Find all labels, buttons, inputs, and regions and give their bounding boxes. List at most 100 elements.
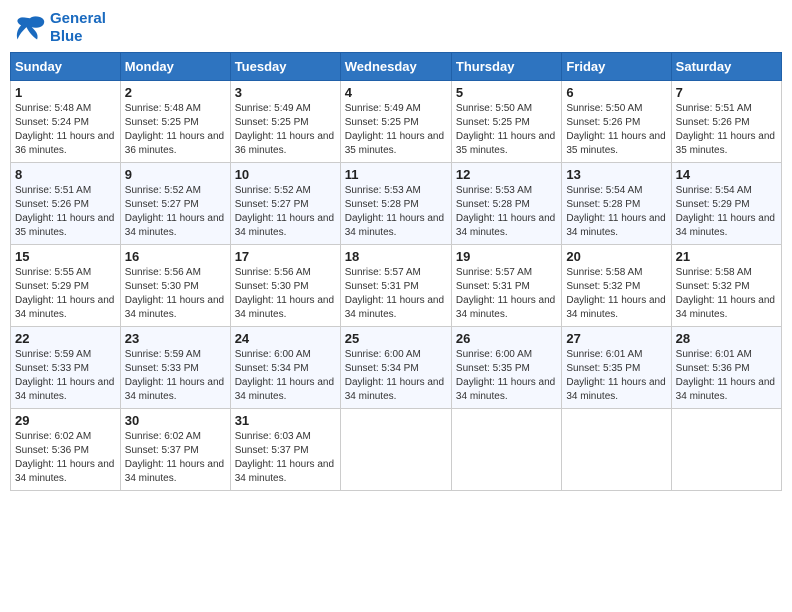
calendar-cell: 1 Sunrise: 5:48 AM Sunset: 5:24 PM Daylig… <box>11 81 121 163</box>
calendar-cell <box>671 409 781 491</box>
calendar-cell: 31 Sunrise: 6:03 AM Sunset: 5:37 PM Dayli… <box>230 409 340 491</box>
calendar-cell: 25 Sunrise: 6:00 AM Sunset: 5:34 PM Dayli… <box>340 327 451 409</box>
day-number: 3 <box>235 85 336 100</box>
day-number: 18 <box>345 249 447 264</box>
calendar-cell: 16 Sunrise: 5:56 AM Sunset: 5:30 PM Dayli… <box>120 245 230 327</box>
calendar-cell: 14 Sunrise: 5:54 AM Sunset: 5:29 PM Dayli… <box>671 163 781 245</box>
calendar-cell: 27Sunrise: 6:01 AM Sunset: 5:35 PM Dayli… <box>562 327 671 409</box>
day-number: 8 <box>15 167 116 182</box>
calendar-cell: 20 Sunrise: 5:58 AM Sunset: 5:32 PM Dayli… <box>562 245 671 327</box>
day-info: Sunrise: 6:02 AM Sunset: 5:37 PM Dayligh… <box>125 430 226 486</box>
day-info: Sunrise: 5:53 AM Sunset: 5:28 PM Dayligh… <box>456 184 557 240</box>
day-info: Sunrise: 5:56 AM Sunset: 5:30 PM Dayligh… <box>235 266 336 322</box>
day-info: Sunrise: 6:00 AM Sunset: 5:34 PM Dayligh… <box>345 348 447 404</box>
day-number: 29 <box>15 413 116 428</box>
day-number: 10 <box>235 167 336 182</box>
calendar-week-row: 1 Sunrise: 5:48 AM Sunset: 5:24 PM Daylig… <box>11 81 782 163</box>
day-info: Sunrise: 5:50 AM Sunset: 5:25 PM Dayligh… <box>456 102 557 158</box>
day-number: 22 <box>15 331 116 346</box>
calendar-table: SundayMondayTuesdayWednesdayThursdayFrid… <box>10 52 782 491</box>
calendar-week-row: 8 Sunrise: 5:51 AM Sunset: 5:26 PM Daylig… <box>11 163 782 245</box>
day-info: Sunrise: 5:59 AM Sunset: 5:33 PM Dayligh… <box>125 348 226 404</box>
calendar-week-row: 22 Sunrise: 5:59 AM Sunset: 5:33 PM Dayli… <box>11 327 782 409</box>
day-info: Sunrise: 5:58 AM Sunset: 5:32 PM Dayligh… <box>676 266 777 322</box>
day-number: 13 <box>566 167 666 182</box>
day-info: Sunrise: 6:00 AM Sunset: 5:34 PM Dayligh… <box>235 348 336 404</box>
day-number: 23 <box>125 331 226 346</box>
calendar-cell: 22 Sunrise: 5:59 AM Sunset: 5:33 PM Dayli… <box>11 327 121 409</box>
day-info: Sunrise: 5:49 AM Sunset: 5:25 PM Dayligh… <box>345 102 447 158</box>
column-header-wednesday: Wednesday <box>340 53 451 81</box>
day-number: 27 <box>566 331 666 346</box>
day-info: Sunrise: 6:02 AM Sunset: 5:36 PM Dayligh… <box>15 430 116 486</box>
day-info: Sunrise: 6:01 AM Sunset: 5:36 PM Dayligh… <box>676 348 777 404</box>
day-info: Sunrise: 5:48 AM Sunset: 5:24 PM Dayligh… <box>15 102 116 158</box>
day-info: Sunrise: 5:55 AM Sunset: 5:29 PM Dayligh… <box>15 266 116 322</box>
day-number: 5 <box>456 85 557 100</box>
day-number: 6 <box>566 85 666 100</box>
calendar-cell <box>451 409 561 491</box>
calendar-cell: 13 Sunrise: 5:54 AM Sunset: 5:28 PM Dayli… <box>562 163 671 245</box>
day-info: Sunrise: 5:54 AM Sunset: 5:28 PM Dayligh… <box>566 184 666 240</box>
day-number: 7 <box>676 85 777 100</box>
calendar-cell: 23 Sunrise: 5:59 AM Sunset: 5:33 PM Dayli… <box>120 327 230 409</box>
day-info: Sunrise: 5:51 AM Sunset: 5:26 PM Dayligh… <box>15 184 116 240</box>
day-number: 11 <box>345 167 447 182</box>
logo-text: General Blue <box>50 10 106 46</box>
calendar-cell: 18 Sunrise: 5:57 AM Sunset: 5:31 PM Dayli… <box>340 245 451 327</box>
day-info: Sunrise: 5:58 AM Sunset: 5:32 PM Dayligh… <box>566 266 666 322</box>
calendar-cell: 28 Sunrise: 6:01 AM Sunset: 5:36 PM Dayli… <box>671 327 781 409</box>
calendar-week-row: 15 Sunrise: 5:55 AM Sunset: 5:29 PM Dayli… <box>11 245 782 327</box>
day-info: Sunrise: 5:56 AM Sunset: 5:30 PM Dayligh… <box>125 266 226 322</box>
day-number: 20 <box>566 249 666 264</box>
day-info: Sunrise: 5:54 AM Sunset: 5:29 PM Dayligh… <box>676 184 777 240</box>
day-info: Sunrise: 6:03 AM Sunset: 5:37 PM Dayligh… <box>235 430 336 486</box>
day-number: 2 <box>125 85 226 100</box>
day-info: Sunrise: 5:57 AM Sunset: 5:31 PM Dayligh… <box>456 266 557 322</box>
logo-icon <box>14 14 46 42</box>
calendar-cell: 5 Sunrise: 5:50 AM Sunset: 5:25 PM Daylig… <box>451 81 561 163</box>
calendar-cell: 12 Sunrise: 5:53 AM Sunset: 5:28 PM Dayli… <box>451 163 561 245</box>
day-number: 31 <box>235 413 336 428</box>
calendar-cell: 30 Sunrise: 6:02 AM Sunset: 5:37 PM Dayli… <box>120 409 230 491</box>
day-info: Sunrise: 5:52 AM Sunset: 5:27 PM Dayligh… <box>125 184 226 240</box>
day-number: 15 <box>15 249 116 264</box>
day-number: 21 <box>676 249 777 264</box>
logo: General Blue <box>14 10 106 46</box>
calendar-cell: 29 Sunrise: 6:02 AM Sunset: 5:36 PM Dayli… <box>11 409 121 491</box>
day-info: Sunrise: 5:57 AM Sunset: 5:31 PM Dayligh… <box>345 266 447 322</box>
calendar-cell: 3Sunrise: 5:49 AM Sunset: 5:25 PM Daylig… <box>230 81 340 163</box>
day-info: Sunrise: 5:59 AM Sunset: 5:33 PM Dayligh… <box>15 348 116 404</box>
column-header-friday: Friday <box>562 53 671 81</box>
column-header-sunday: Sunday <box>11 53 121 81</box>
calendar-cell: 6 Sunrise: 5:50 AM Sunset: 5:26 PM Daylig… <box>562 81 671 163</box>
day-info: Sunrise: 5:51 AM Sunset: 5:26 PM Dayligh… <box>676 102 777 158</box>
day-number: 12 <box>456 167 557 182</box>
column-header-tuesday: Tuesday <box>230 53 340 81</box>
calendar-cell: 7 Sunrise: 5:51 AM Sunset: 5:26 PM Daylig… <box>671 81 781 163</box>
day-number: 19 <box>456 249 557 264</box>
day-number: 17 <box>235 249 336 264</box>
day-number: 28 <box>676 331 777 346</box>
day-number: 9 <box>125 167 226 182</box>
calendar-cell <box>340 409 451 491</box>
day-info: Sunrise: 5:53 AM Sunset: 5:28 PM Dayligh… <box>345 184 447 240</box>
day-number: 25 <box>345 331 447 346</box>
calendar-cell: 4Sunrise: 5:49 AM Sunset: 5:25 PM Daylig… <box>340 81 451 163</box>
column-header-saturday: Saturday <box>671 53 781 81</box>
calendar-cell: 9 Sunrise: 5:52 AM Sunset: 5:27 PM Daylig… <box>120 163 230 245</box>
day-info: Sunrise: 6:00 AM Sunset: 5:35 PM Dayligh… <box>456 348 557 404</box>
calendar-cell: 19 Sunrise: 5:57 AM Sunset: 5:31 PM Dayli… <box>451 245 561 327</box>
day-number: 16 <box>125 249 226 264</box>
day-number: 1 <box>15 85 116 100</box>
calendar-cell: 24 Sunrise: 6:00 AM Sunset: 5:34 PM Dayli… <box>230 327 340 409</box>
column-header-thursday: Thursday <box>451 53 561 81</box>
column-header-monday: Monday <box>120 53 230 81</box>
page-header: General Blue <box>10 10 782 46</box>
calendar-cell: 11 Sunrise: 5:53 AM Sunset: 5:28 PM Dayli… <box>340 163 451 245</box>
day-number: 14 <box>676 167 777 182</box>
day-info: Sunrise: 5:50 AM Sunset: 5:26 PM Dayligh… <box>566 102 666 158</box>
day-number: 30 <box>125 413 226 428</box>
day-number: 26 <box>456 331 557 346</box>
day-number: 24 <box>235 331 336 346</box>
